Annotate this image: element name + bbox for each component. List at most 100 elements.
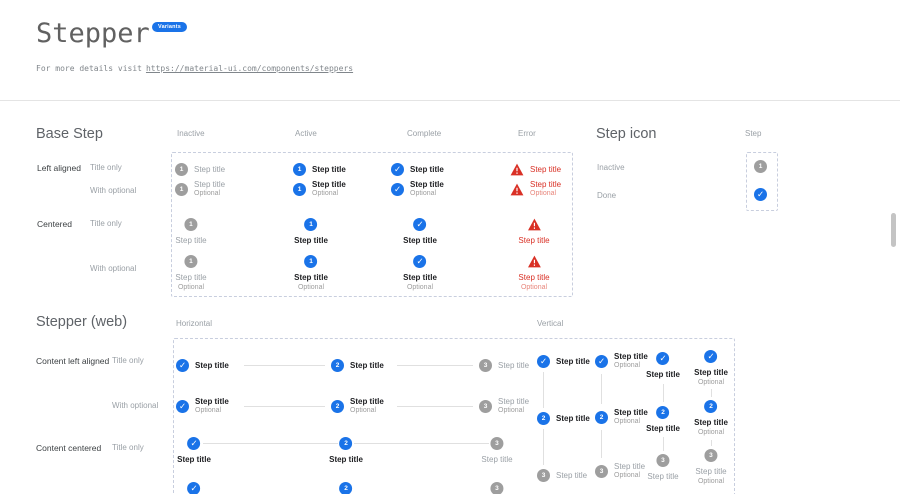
step-number-icon: 2 — [331, 359, 344, 372]
step-title: Step title — [481, 455, 512, 464]
column-header-active: Active — [295, 129, 317, 138]
check-icon: ✓ — [414, 218, 427, 231]
step-title: Step title — [350, 361, 384, 370]
step-number-icon: 3 — [479, 400, 492, 413]
step-error: Step title Optional — [518, 255, 549, 292]
step-number-icon: 1 — [175, 163, 188, 176]
variant-label-title-only: Title only — [90, 163, 122, 172]
connector-line — [397, 365, 473, 366]
stepper-spec-page: Stepper Variants For more details visit … — [0, 0, 900, 494]
step-complete: ✓ Step title Optional — [177, 482, 211, 494]
step-complete: ✓ Step titleOptional — [595, 352, 648, 370]
variant-label-with-optional: With optional — [90, 264, 136, 273]
step-inactive: 3 Step title Optional — [481, 482, 512, 494]
step-active: 2 Step title Optional — [694, 400, 728, 437]
step-title: Step title — [195, 397, 229, 406]
connector-line — [711, 440, 712, 446]
step-title: Step title — [312, 165, 346, 174]
step-complete: ✓ Step title Optional — [403, 255, 437, 292]
step-optional: Optional — [407, 284, 433, 292]
step-title: Step title — [518, 273, 549, 282]
step-active: 2 Step title — [537, 412, 590, 425]
divider — [0, 100, 900, 101]
step-title: Step title — [694, 368, 728, 377]
step-title: Step title — [647, 472, 678, 481]
connector-line — [543, 429, 544, 465]
column-header-inactive: Inactive — [177, 129, 205, 138]
step-number-icon: 3 — [704, 449, 717, 462]
column-header-horizontal: Horizontal — [176, 319, 212, 328]
step-optional: Optional — [498, 407, 529, 415]
step-optional: Optional — [312, 190, 346, 198]
step-title: Step title — [329, 455, 363, 464]
step-number-icon: 1 — [293, 163, 306, 176]
step-title: Step title — [410, 180, 444, 189]
step-number-icon: 1 — [184, 218, 197, 231]
column-header-error: Error — [518, 129, 536, 138]
step-optional: Optional — [614, 472, 645, 480]
stepper-web-heading: Stepper (web) — [36, 314, 127, 330]
subtitle-text: For more details visit — [36, 64, 142, 73]
step-complete: ✓ Step titleOptional — [176, 397, 229, 415]
row-label-content-left-aligned: Content left aligned — [36, 356, 109, 366]
step-optional: Optional — [194, 190, 225, 198]
variant-label-with-optional: With optional — [112, 401, 158, 410]
check-icon: ✓ — [537, 355, 550, 368]
step-title: Step title — [175, 236, 206, 245]
check-icon: ✓ — [657, 352, 670, 365]
step-title: Step title — [194, 165, 225, 174]
step-inactive: 1 Step title — [175, 163, 225, 176]
connector-line — [244, 365, 325, 366]
step-number-icon: 1 — [175, 183, 188, 196]
step-number-icon: 1 — [305, 255, 318, 268]
step-optional: Optional — [614, 418, 648, 426]
step-inactive: 1 Step title — [175, 218, 206, 245]
step-title: Step title — [177, 455, 211, 464]
check-icon: ✓ — [188, 482, 201, 494]
subtitle: For more details visit https://material-… — [36, 64, 353, 73]
page-title: Stepper — [36, 18, 150, 49]
step-complete: ✓ Step title — [176, 359, 229, 372]
step-number-icon: 2 — [537, 412, 550, 425]
step-title: Step title — [410, 165, 444, 174]
step-title: Step title — [530, 180, 561, 189]
step-number-icon: 2 — [340, 437, 353, 450]
step-error: Step titleOptional — [510, 180, 561, 198]
step-number-icon: 1 — [305, 218, 318, 231]
docs-link[interactable]: https://material-ui.com/components/stepp… — [146, 64, 353, 73]
step-active: 2 Step title — [331, 359, 384, 372]
step-title: Step title — [195, 361, 229, 370]
connector-line — [711, 389, 712, 397]
step-number-icon: 3 — [490, 482, 503, 494]
scrollbar-thumb[interactable] — [891, 213, 896, 247]
step-title: Step title — [646, 424, 680, 433]
step-number-icon: 1 — [293, 183, 306, 196]
step-title: Step title — [556, 357, 590, 366]
step-title: Step title — [530, 165, 561, 174]
variant-label-with-optional: With optional — [90, 186, 136, 195]
step-icon-heading: Step icon — [596, 126, 656, 142]
step-complete: ✓ Step title — [403, 218, 437, 245]
step-optional: Optional — [298, 284, 324, 292]
step-inactive: 3 Step titleOptional — [479, 397, 529, 415]
step-number-icon: 3 — [479, 359, 492, 372]
step-optional: Optional — [350, 407, 384, 415]
connector-line — [203, 443, 338, 444]
warning-icon — [510, 183, 524, 196]
connector-line — [543, 372, 544, 408]
variants-badge[interactable]: Variants — [152, 22, 187, 32]
connector-line — [601, 430, 602, 458]
step-optional: Optional — [195, 407, 229, 415]
row-label-inactive: Inactive — [597, 163, 625, 172]
step-title: Step title — [498, 361, 529, 370]
step-complete: ✓ Step title — [646, 352, 680, 379]
check-icon: ✓ — [176, 400, 189, 413]
step-optional: Optional — [698, 379, 724, 387]
step-title: Step title — [175, 273, 206, 282]
step-complete: ✓ Step title — [537, 355, 590, 368]
step-inactive: 3 Step title — [537, 469, 587, 482]
variant-label-title-only: Title only — [112, 443, 144, 452]
step-active: 1 Step titleOptional — [293, 180, 346, 198]
check-icon: ✓ — [391, 163, 404, 176]
step-inactive: 3 Step title — [481, 437, 512, 464]
